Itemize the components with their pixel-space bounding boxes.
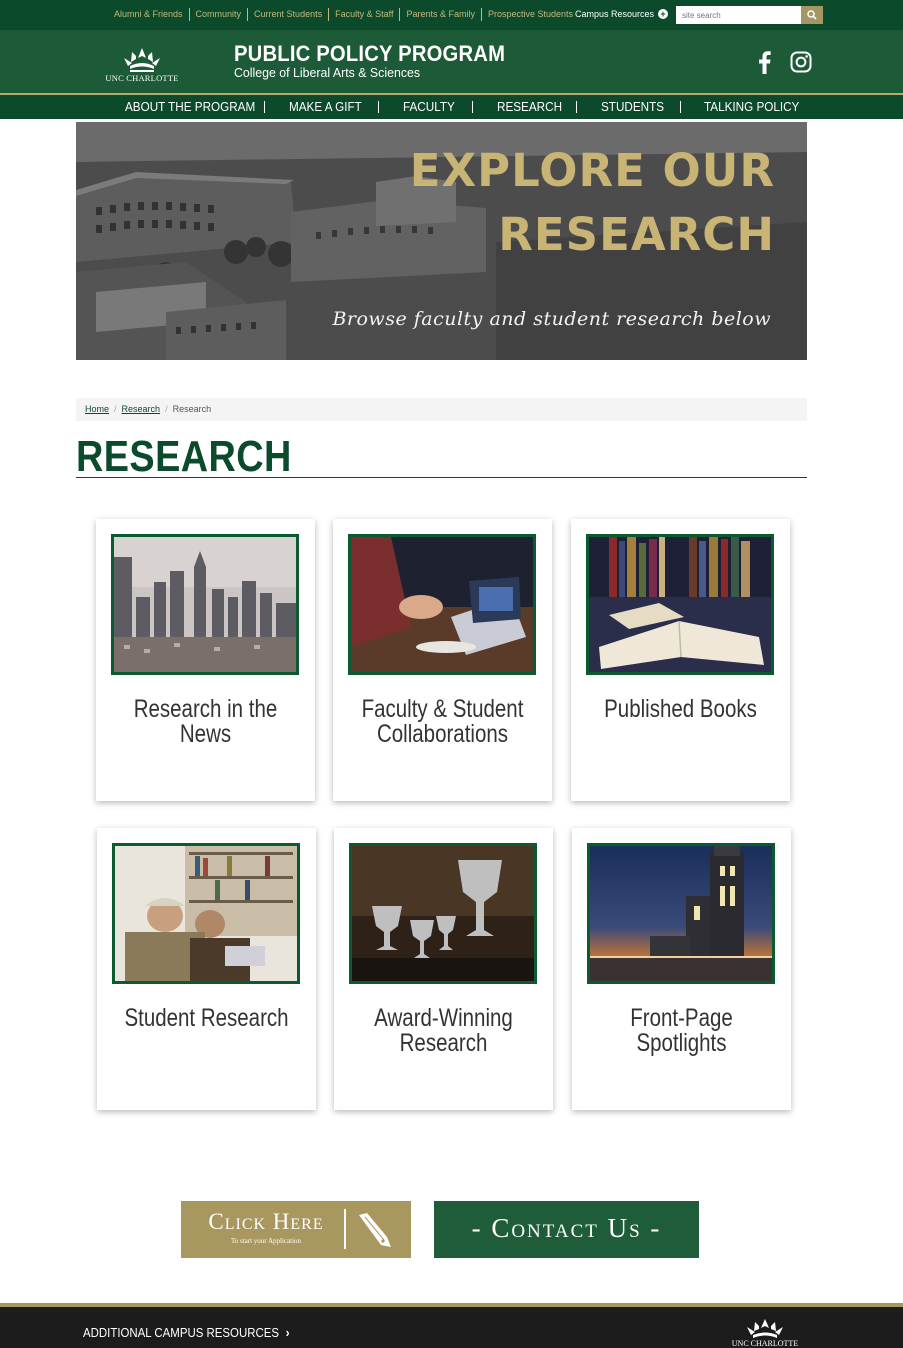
unc-charlotte-logo[interactable]: UNC CHARLOTTE xyxy=(100,46,184,86)
card-student-research[interactable]: Student Research xyxy=(97,828,316,1110)
link-alumni-friends[interactable]: Alumni & Friends xyxy=(108,8,190,21)
audience-links: Alumni & Friends Community Current Stude… xyxy=(108,8,579,21)
card-image-open-book xyxy=(586,534,774,675)
nav-about-the-program[interactable]: ABOUT THE PROGRAM xyxy=(125,99,255,114)
card-award-winning-research[interactable]: Award-Winning Research xyxy=(334,828,553,1110)
card-faculty-student-collaborations[interactable]: Faculty & Student Collaborations xyxy=(333,519,552,801)
logo-text: UNC CHARLOTTE xyxy=(105,73,179,83)
card-title: Faculty & Student Collaborations xyxy=(353,697,533,747)
program-subtitle: College of Liberal Arts & Sciences xyxy=(234,65,421,80)
card-title: Student Research xyxy=(117,1006,297,1031)
card-title: Research in the News xyxy=(116,697,296,747)
banner-headline-line1: EXPLORE OUR xyxy=(409,144,775,197)
card-title-line1: Front-Page Spotlights xyxy=(630,1004,733,1057)
title-underline xyxy=(76,477,807,478)
instagram-icon[interactable] xyxy=(790,51,812,73)
card-image-city-skyline xyxy=(111,534,299,675)
footer-link-label: ADDITIONAL CAMPUS RESOURCES xyxy=(83,1325,280,1340)
site-footer: ADDITIONAL CAMPUS RESOURCES › UNC CHARLO… xyxy=(0,1307,903,1348)
card-title-line1: Student Research xyxy=(124,1004,289,1032)
search-icon xyxy=(807,10,817,20)
footer-unc-charlotte-logo[interactable]: UNC CHARLOTTE xyxy=(725,1317,805,1348)
card-published-books[interactable]: Published Books xyxy=(571,519,790,801)
card-title: Front-Page Spotlights xyxy=(592,1006,772,1056)
page-title: RESEARCH xyxy=(76,432,292,481)
nav-make-a-gift[interactable]: MAKE A GIFT xyxy=(289,99,362,114)
link-community[interactable]: Community xyxy=(190,8,249,21)
card-title: Award-Winning Research xyxy=(354,1006,534,1056)
main-navigation: ABOUT THE PROGRAM MAKE A GIFT FACULTY RE… xyxy=(0,95,903,119)
card-title-line1: Research in the News xyxy=(133,695,278,748)
chevron-right-icon: › xyxy=(285,1325,290,1340)
card-title-line2: Collaborations xyxy=(376,720,509,748)
nav-separator xyxy=(680,101,681,113)
site-search-input[interactable] xyxy=(676,6,801,24)
card-image-laptop-meeting xyxy=(348,534,536,675)
nav-separator xyxy=(576,101,577,113)
breadcrumb-home[interactable]: Home xyxy=(85,404,109,414)
card-image-campus-tower-night xyxy=(587,843,775,984)
nav-separator xyxy=(472,101,473,113)
link-faculty-staff[interactable]: Faculty & Staff xyxy=(329,8,401,21)
contact-us-button[interactable]: - Contact Us - xyxy=(434,1201,699,1258)
campus-resources-toggle[interactable]: Campus Resources + xyxy=(575,9,669,19)
nav-faculty[interactable]: FACULTY xyxy=(403,99,455,114)
crown-logo-icon xyxy=(747,1319,783,1338)
apply-button[interactable]: Click Here To start your Application xyxy=(181,1201,411,1258)
nav-talking-policy[interactable]: TALKING POLICY xyxy=(704,99,799,114)
banner-headline-line2: RESEARCH xyxy=(498,208,775,261)
card-front-page-spotlights[interactable]: Front-Page Spotlights xyxy=(572,828,791,1110)
hero-banner: EXPLORE OUR RESEARCH Browse faculty and … xyxy=(76,122,807,360)
link-prospective-students[interactable]: Prospective Students xyxy=(482,8,579,21)
program-title[interactable]: PUBLIC POLICY PROGRAM xyxy=(234,41,505,67)
breadcrumb: Home / Research / Research xyxy=(76,398,807,421)
utility-bar: Alumni & Friends Community Current Stude… xyxy=(0,0,903,30)
card-title-line1: Award-Winning xyxy=(374,1004,513,1032)
card-image-trophies xyxy=(349,843,537,984)
nav-separator xyxy=(378,101,379,113)
breadcrumb-separator: / xyxy=(165,404,168,414)
contact-us-label: - Contact Us - xyxy=(471,1213,662,1243)
card-title-line1: Published Books xyxy=(604,695,757,723)
nav-research[interactable]: RESEARCH xyxy=(497,99,562,114)
nav-students[interactable]: STUDENTS xyxy=(601,99,664,114)
breadcrumb-separator: / xyxy=(114,404,117,414)
card-title-line1: Faculty & Student xyxy=(361,695,524,723)
banner-subtext: Browse faculty and student research belo… xyxy=(332,308,771,330)
link-current-students[interactable]: Current Students xyxy=(248,8,330,21)
breadcrumb-research[interactable]: Research xyxy=(122,404,161,414)
apply-button-divider xyxy=(344,1209,346,1249)
apply-button-label: Click Here xyxy=(208,1209,324,1234)
link-parents-family[interactable]: Parents & Family xyxy=(400,8,482,21)
card-title: Published Books xyxy=(591,697,771,722)
additional-campus-resources-link[interactable]: ADDITIONAL CAMPUS RESOURCES › xyxy=(83,1325,290,1340)
card-title-line2: Research xyxy=(399,1029,488,1057)
card-research-in-the-news[interactable]: Research in the News xyxy=(96,519,315,801)
card-image-students-studying xyxy=(112,843,300,984)
facebook-icon[interactable] xyxy=(755,50,773,74)
site-header: UNC CHARLOTTE PUBLIC POLICY PROGRAM Coll… xyxy=(0,30,903,94)
breadcrumb-current: Research xyxy=(172,404,212,414)
fountain-pen-icon xyxy=(359,1213,391,1247)
footer-logo-text: UNC CHARLOTTE xyxy=(731,1339,799,1348)
apply-button-sublabel: To start your Application xyxy=(230,1237,302,1245)
crown-logo-icon xyxy=(124,48,160,72)
nav-separator xyxy=(264,101,265,113)
search-button[interactable] xyxy=(801,6,823,24)
campus-resources-label: Campus Resources xyxy=(575,9,655,19)
plus-circle-icon: + xyxy=(658,9,669,19)
